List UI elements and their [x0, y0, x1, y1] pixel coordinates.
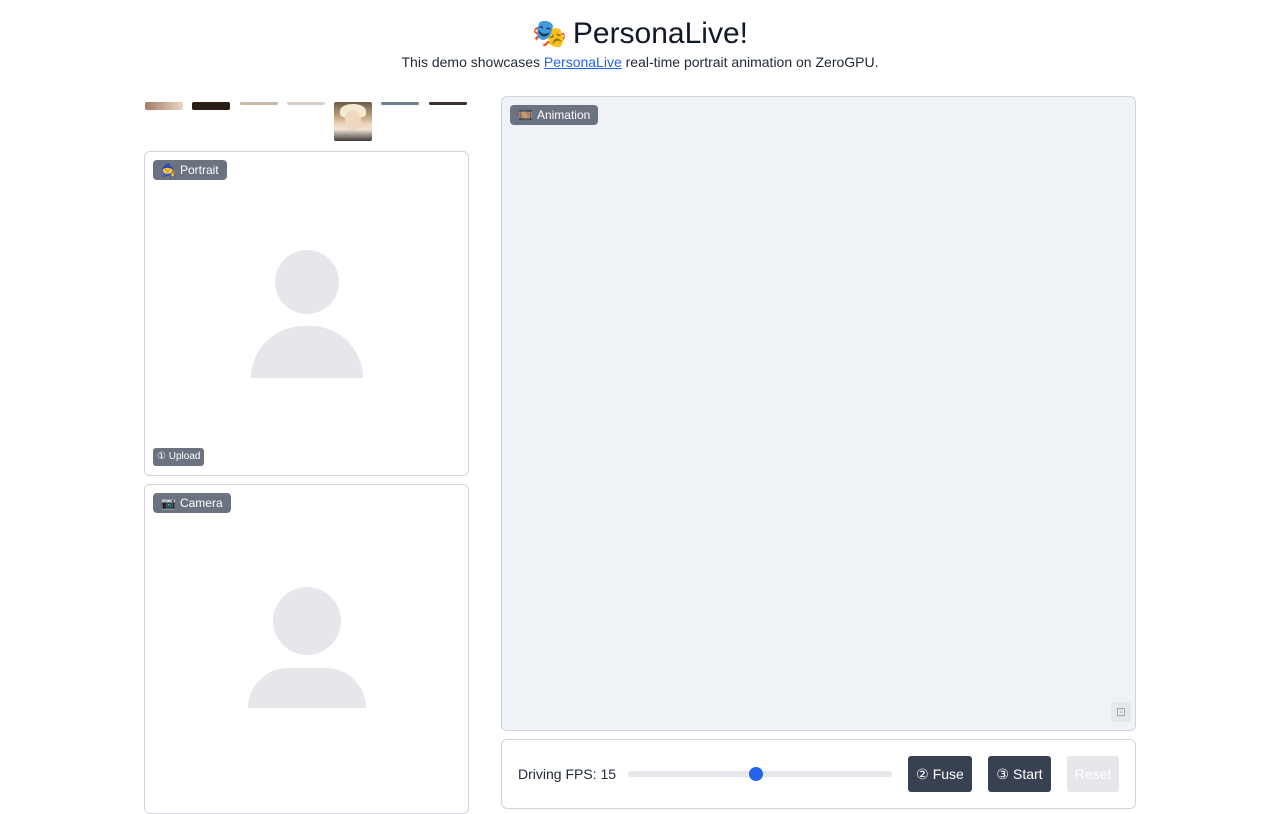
fuse-label: Fuse — [932, 766, 964, 782]
example-thumbnail-selected[interactable] — [334, 102, 372, 141]
example-thumbnail[interactable] — [429, 102, 467, 105]
portrait-label: Portrait — [179, 163, 219, 177]
theater-masks-icon: 🎭 — [532, 18, 567, 49]
download-icon[interactable]: ⊡ — [1111, 702, 1131, 722]
start-label: Start — [1012, 766, 1043, 782]
fuse-button[interactable]: ② Fuse — [908, 756, 972, 792]
example-thumbnail[interactable] — [145, 102, 183, 110]
fps-slider-thumb[interactable] — [749, 767, 764, 781]
controls-bar: Driving FPS: 15 ② Fuse ③ Start Reset — [501, 739, 1136, 809]
example-thumbnail[interactable] — [240, 102, 278, 105]
camera-label-badge: 📷 Camera — [153, 493, 231, 513]
animation-label-badge: 🎞️ Animation — [510, 105, 599, 125]
example-thumbnail[interactable] — [381, 102, 419, 105]
personalive-link[interactable]: PersonaLive — [544, 54, 622, 70]
step-one-icon: ① — [157, 451, 166, 462]
upload-button[interactable]: ① Upload — [153, 448, 205, 466]
camera-panel[interactable]: 📷 Camera — [144, 484, 469, 814]
animation-label: Animation — [536, 108, 591, 122]
portrait-panel[interactable]: 🧙 Portrait ① Upload — [144, 151, 469, 476]
subtitle-prefix: This demo showcases — [401, 54, 544, 70]
wizard-icon: 🧙 — [161, 163, 176, 177]
start-button[interactable]: ③ Start — [988, 756, 1051, 792]
page-title: 🎭 PersonaLive! — [0, 14, 1280, 54]
fps-label: Driving FPS: 15 — [518, 766, 617, 782]
example-gallery — [145, 102, 469, 142]
placeholder-head — [273, 587, 341, 655]
portrait-label-badge: 🧙 Portrait — [153, 160, 227, 180]
subtitle-suffix: real-time portrait animation on ZeroGPU. — [621, 54, 879, 70]
placeholder-body — [251, 326, 363, 378]
camera-icon: 📷 — [161, 496, 176, 510]
upload-label: Upload — [168, 451, 201, 462]
reset-label: Reset — [1074, 766, 1112, 782]
page-subtitle: This demo showcases PersonaLive real-tim… — [0, 52, 1280, 72]
camera-label: Camera — [179, 496, 223, 510]
page-title-text: PersonaLive! — [572, 17, 748, 50]
step-three-icon: ③ — [996, 766, 1009, 782]
reset-button[interactable]: Reset — [1067, 756, 1119, 792]
example-thumbnail[interactable] — [287, 102, 325, 105]
placeholder-head — [275, 250, 339, 314]
step-two-icon: ② — [916, 766, 929, 782]
placeholder-body — [248, 668, 366, 708]
animation-panel: 🎞️ Animation ⊡ — [501, 96, 1136, 731]
example-thumbnail[interactable] — [192, 102, 230, 110]
thumbnail-face — [345, 110, 361, 130]
film-frames-icon: 🎞️ — [518, 108, 533, 122]
